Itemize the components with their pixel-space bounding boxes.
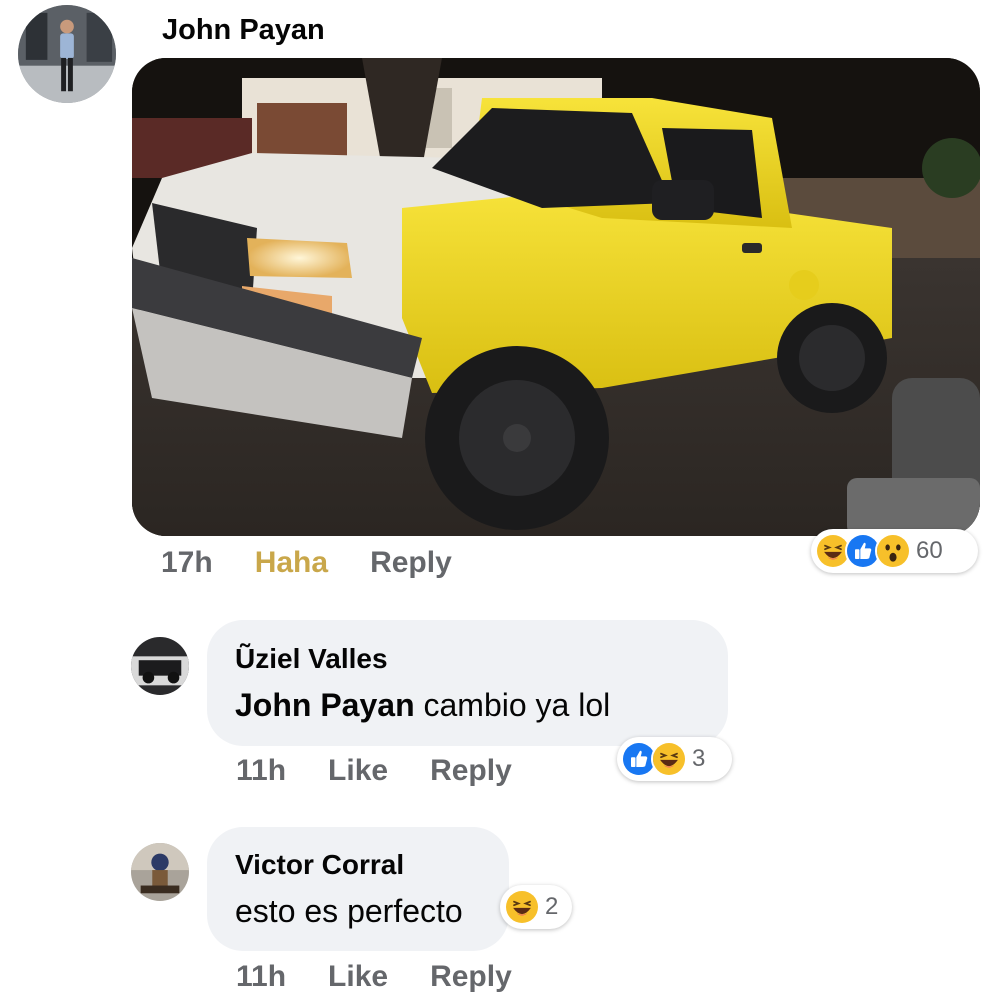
comment-body: esto es perfecto xyxy=(235,893,463,929)
reaction-count: 2 xyxy=(545,893,559,920)
wow-icon xyxy=(875,533,911,569)
comment-text: John Payan cambio ya lol xyxy=(235,687,610,724)
comment-reactions-uziel[interactable]: 3 xyxy=(617,737,732,781)
comment-author[interactable]: Ũziel Valles xyxy=(235,643,388,675)
reply-button[interactable]: Reply xyxy=(430,754,512,788)
post-reactions[interactable]: 60 xyxy=(811,529,978,573)
comment-actions-victor: 11h Like Reply xyxy=(236,960,512,994)
post-author-name[interactable]: John Payan xyxy=(162,14,325,47)
avatar-uziel-valles[interactable] xyxy=(131,637,189,695)
post-time[interactable]: 17h xyxy=(161,546,213,580)
mention-link[interactable]: John Payan xyxy=(235,687,415,723)
comment-author[interactable]: Victor Corral xyxy=(235,849,404,881)
post-actions: 17h Haha Reply xyxy=(161,546,452,580)
reply-button[interactable]: Reply xyxy=(430,960,512,994)
haha-icon xyxy=(651,741,687,777)
haha-icon xyxy=(504,889,540,925)
comment-reactions-victor[interactable]: 2 xyxy=(500,885,572,929)
comment-actions-uziel: 11h Like Reply xyxy=(236,754,512,788)
comment-bubble-uziel[interactable]: Ũziel Valles John Payan cambio ya lol xyxy=(207,620,728,746)
comment-time[interactable]: 11h xyxy=(236,960,286,994)
like-button[interactable]: Like xyxy=(328,960,388,994)
comment-body: cambio ya lol xyxy=(423,687,611,723)
truck-photo[interactable] xyxy=(132,58,980,536)
like-button[interactable]: Like xyxy=(328,754,388,788)
avatar-victor-corral[interactable] xyxy=(131,843,189,901)
avatar-john-payan[interactable] xyxy=(18,5,116,103)
comment-time[interactable]: 11h xyxy=(236,754,286,788)
reaction-count: 60 xyxy=(916,537,943,564)
comment-bubble-victor[interactable]: Victor Corral esto es perfecto xyxy=(207,827,509,951)
reply-button[interactable]: Reply xyxy=(370,546,452,580)
reaction-count: 3 xyxy=(692,745,706,772)
haha-reaction-button[interactable]: Haha xyxy=(255,546,328,580)
